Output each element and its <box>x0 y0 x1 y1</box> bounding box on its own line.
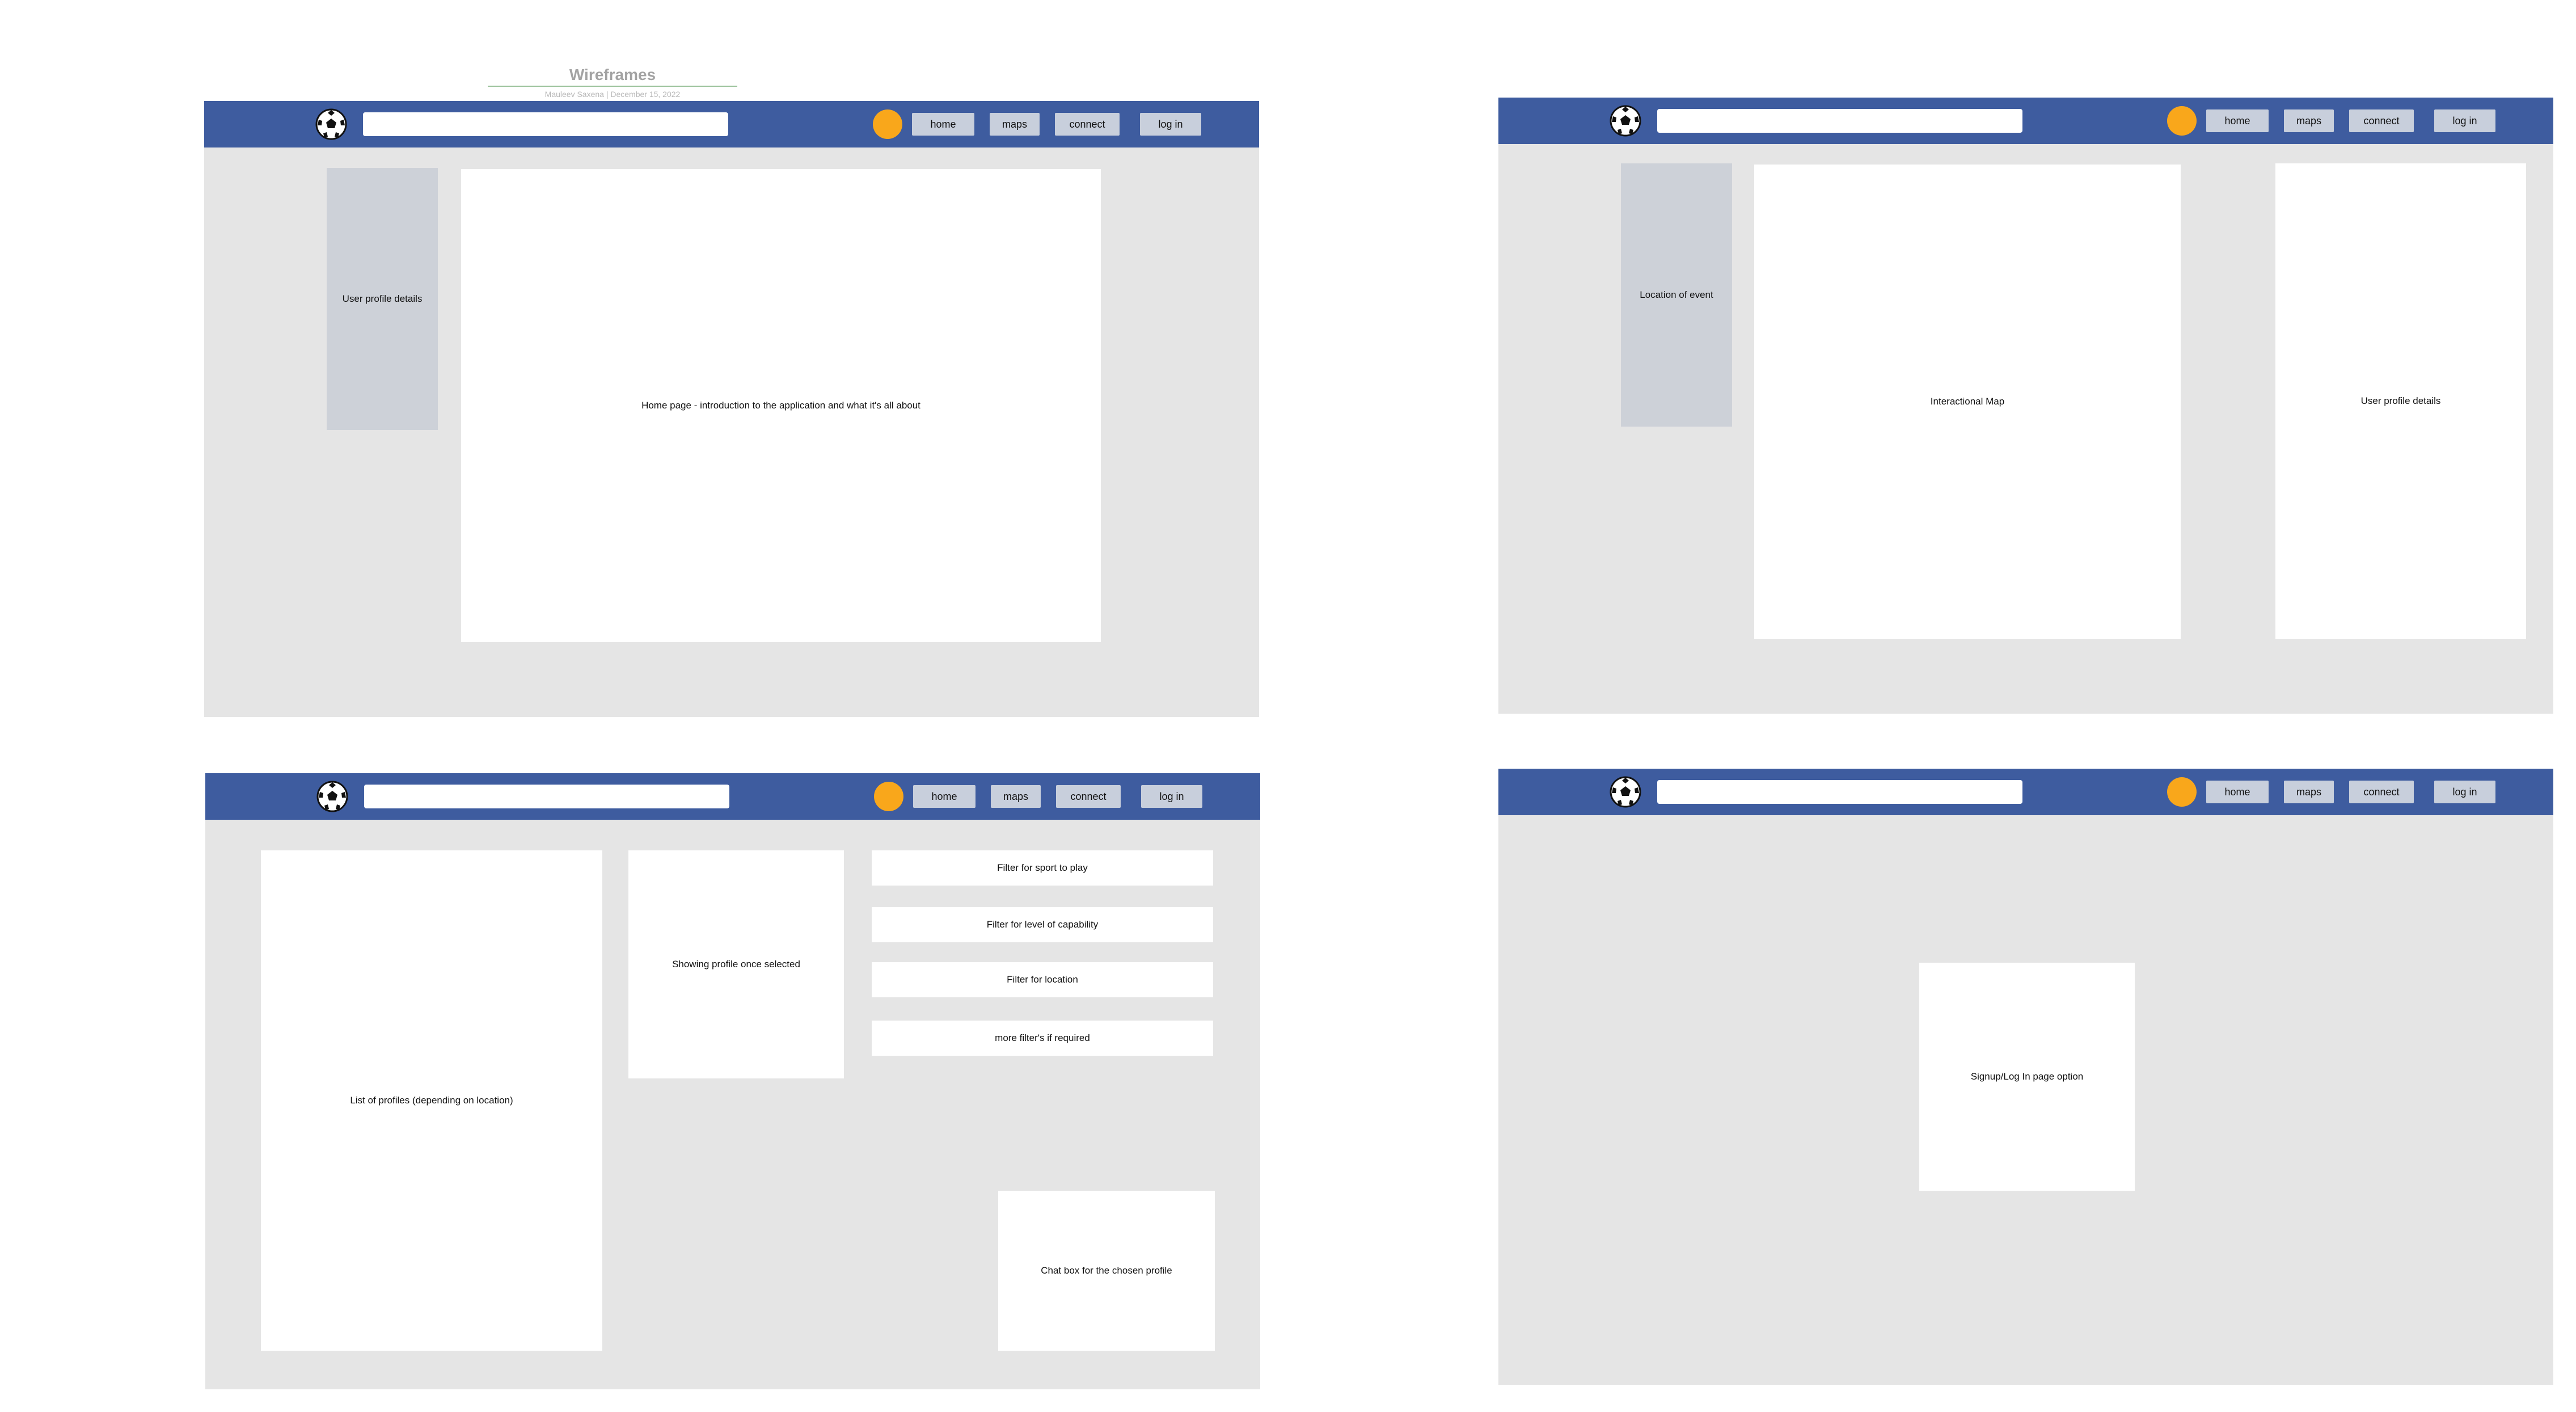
avatar[interactable] <box>2167 106 2197 136</box>
nav-login-button[interactable]: log in <box>2434 109 2495 132</box>
profiles-list-panel[interactable]: List of profiles (depending on location) <box>261 850 602 1351</box>
interactive-map-panel[interactable]: Interactional Map <box>1754 165 2181 639</box>
nav-maps-button[interactable]: maps <box>991 785 1041 808</box>
search-input[interactable] <box>1657 109 2022 133</box>
user-profile-panel: User profile details <box>327 168 438 430</box>
home-intro-panel: Home page - introduction to the applicat… <box>461 169 1101 642</box>
wireframe-home: home maps connect log in User profile de… <box>204 101 1259 717</box>
soccer-ball-icon[interactable] <box>316 781 348 812</box>
filter-sport[interactable]: Filter for sport to play <box>872 850 1213 886</box>
navbar: home maps connect log in <box>204 101 1259 147</box>
nav-login-button[interactable]: log in <box>2434 781 2495 803</box>
nav-home-button[interactable]: home <box>913 785 975 808</box>
user-profile-panel: User profile details <box>2275 163 2526 639</box>
nav-maps-button[interactable]: maps <box>2284 781 2334 803</box>
wireframe-login: home maps connect log in Signup/Log In p… <box>1498 769 2553 1385</box>
navbar: home maps connect log in <box>1498 98 2553 144</box>
filter-more[interactable]: more filter's if required <box>872 1021 1213 1056</box>
avatar[interactable] <box>874 782 903 811</box>
search-input[interactable] <box>363 112 728 136</box>
nav-home-button[interactable]: home <box>2206 109 2269 132</box>
nav-connect-button[interactable]: connect <box>1056 785 1121 808</box>
soccer-ball-icon[interactable] <box>1610 776 1641 808</box>
filter-level[interactable]: Filter for level of capability <box>872 907 1213 942</box>
wireframe-maps: home maps connect log in Location of eve… <box>1498 98 2553 714</box>
soccer-ball-icon[interactable] <box>315 108 347 140</box>
nav-login-button[interactable]: log in <box>1141 785 1202 808</box>
title-divider <box>488 86 737 87</box>
nav-connect-button[interactable]: connect <box>2349 781 2414 803</box>
soccer-ball-icon[interactable] <box>1610 105 1641 137</box>
nav-maps-button[interactable]: maps <box>990 113 1040 136</box>
event-location-panel: Location of event <box>1621 163 1732 427</box>
nav-connect-button[interactable]: connect <box>2349 109 2414 132</box>
nav-home-button[interactable]: home <box>2206 781 2269 803</box>
nav-connect-button[interactable]: connect <box>1055 113 1120 136</box>
avatar[interactable] <box>2167 777 2197 807</box>
chat-box-panel[interactable]: Chat box for the chosen profile <box>998 1191 1215 1351</box>
filter-location[interactable]: Filter for location <box>872 962 1213 997</box>
signup-login-panel[interactable]: Signup/Log In page option <box>1919 963 2135 1191</box>
navbar: home maps connect log in <box>1498 769 2553 815</box>
navbar: home maps connect log in <box>205 773 1260 820</box>
wireframe-connect: home maps connect log in List of profile… <box>205 773 1260 1389</box>
nav-maps-button[interactable]: maps <box>2284 109 2334 132</box>
search-input[interactable] <box>1657 780 2022 804</box>
search-input[interactable] <box>364 785 729 808</box>
nav-login-button[interactable]: log in <box>1140 113 1201 136</box>
page-subtitle: Mauleev Saxena | December 15, 2022 <box>544 90 681 99</box>
avatar[interactable] <box>873 109 902 139</box>
profile-preview-panel: Showing profile once selected <box>628 850 844 1078</box>
page-title: Wireframes <box>569 66 656 83</box>
nav-home-button[interactable]: home <box>912 113 974 136</box>
